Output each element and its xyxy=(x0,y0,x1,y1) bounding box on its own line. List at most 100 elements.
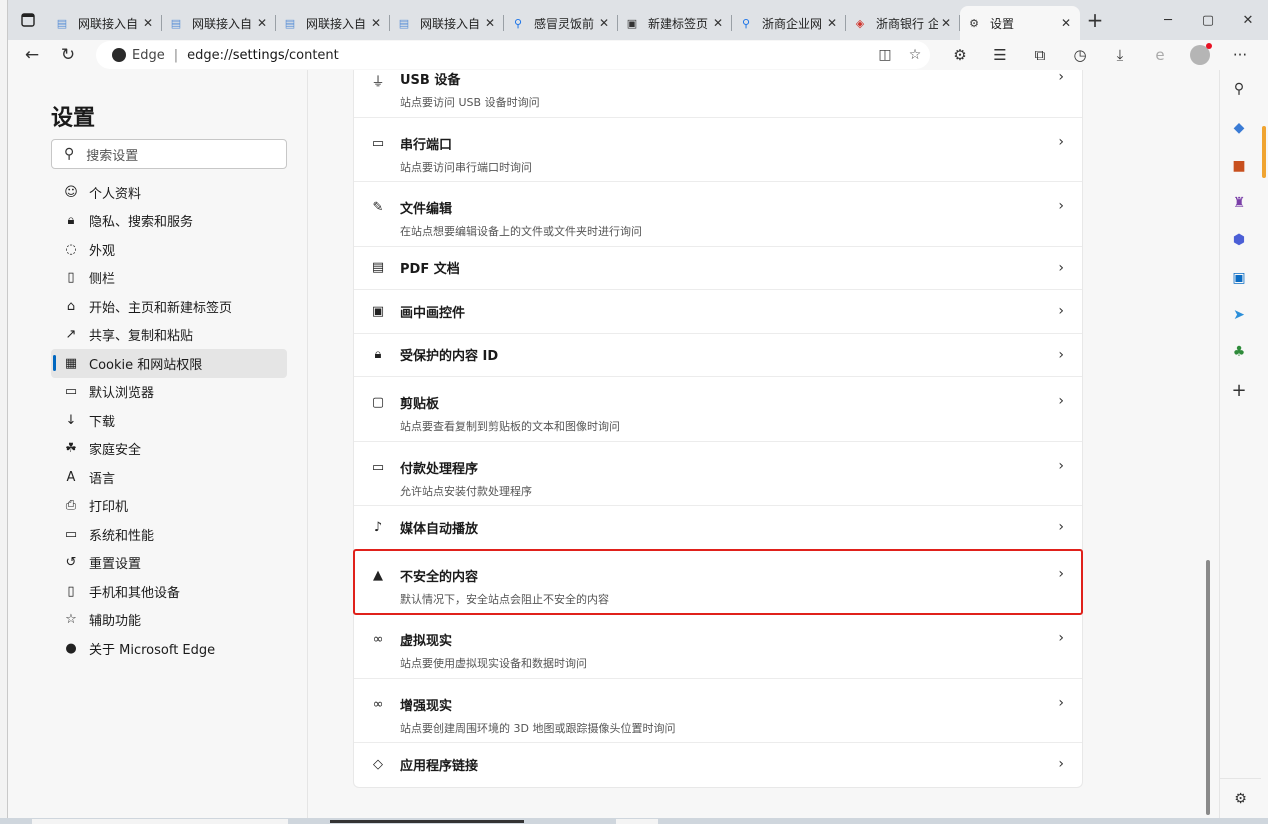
extensions-icon[interactable]: ⚙ xyxy=(940,46,980,64)
ie-mode-icon[interactable]: e xyxy=(1140,46,1180,64)
tab-title: 新建标签页 xyxy=(648,16,709,31)
tab-3[interactable]: ▤ 网联接入自 ✕ xyxy=(390,6,504,40)
outlook-icon[interactable]: ▣ xyxy=(1230,269,1248,287)
tab-0[interactable]: ▤ 网联接入自 ✕ xyxy=(48,6,162,40)
sidebar-item-5[interactable]: ↗ 共享、复制和粘贴 xyxy=(51,321,287,350)
sidebar-item-8[interactable]: ↓ 下载 xyxy=(51,406,287,435)
permission-row-4[interactable]: ▣ 画中画控件 › xyxy=(354,290,1082,334)
sidebar-item-1[interactable]: 🔒︎ 隐私、搜索和服务 xyxy=(51,207,287,236)
tab-2[interactable]: ▤ 网联接入自 ✕ xyxy=(276,6,390,40)
settings-title: 设置 xyxy=(51,106,96,131)
minimize-button[interactable]: ─ xyxy=(1148,0,1188,40)
new-tab-button[interactable]: + xyxy=(1080,5,1110,35)
sidebar-item-3[interactable]: ▯ 侧栏 xyxy=(51,264,287,293)
accessibility-icon: ☆ xyxy=(65,612,77,628)
sidebar-item-7[interactable]: ▭ 默认浏览器 xyxy=(51,378,287,407)
permission-row-8[interactable]: ♪ 媒体自动播放 › xyxy=(354,506,1082,550)
printer-icon: ⎙ xyxy=(65,498,77,514)
tab-6[interactable]: ⚲ 浙商企业网 ✕ xyxy=(732,6,846,40)
close-icon[interactable]: ✕ xyxy=(938,15,954,31)
permission-title: 受保护的内容 ID xyxy=(400,349,499,365)
sidebar-item-13[interactable]: ↺ 重置设置 xyxy=(51,549,287,578)
games-icon[interactable]: ♜ xyxy=(1230,194,1248,212)
permission-row-10[interactable]: ∞ 虚拟现实 站点要使用虚拟现实设备和数据时询问 › xyxy=(354,614,1082,679)
edge-sidebar: ⚲ ◆ ■ ♜ ⬢ ▣ ➤ ♣ + ⚙ xyxy=(1219,70,1261,818)
page-icon: ▤ xyxy=(170,16,182,30)
close-icon[interactable]: ✕ xyxy=(710,15,726,31)
taskbar-item xyxy=(616,819,658,824)
home-icon: ⌂ xyxy=(66,298,76,314)
sidebar-item-9[interactable]: ☘ 家庭安全 xyxy=(51,435,287,464)
sidebar-item-4[interactable]: ⌂ 开始、主页和新建标签页 xyxy=(51,292,287,321)
downloads-icon[interactable]: ⤓ xyxy=(1100,46,1140,64)
sidebar-item-11[interactable]: ⎙ 打印机 xyxy=(51,492,287,521)
history-icon[interactable]: ◷ xyxy=(1060,46,1100,64)
content-scrollbar[interactable] xyxy=(1204,70,1212,818)
sidebar-item-14[interactable]: ▯ 手机和其他设备 xyxy=(51,577,287,606)
split-screen-icon[interactable]: ◫ xyxy=(870,47,900,63)
permission-row-9[interactable]: ▲ 不安全的内容 默认情况下，安全站点会阻止不安全的内容 › xyxy=(353,548,1083,615)
collections-icon[interactable]: ⧉ xyxy=(1020,46,1060,64)
back-button[interactable]: ← xyxy=(14,40,50,70)
close-icon[interactable]: ✕ xyxy=(482,15,498,31)
sidebar-item-15[interactable]: ☆ 辅助功能 xyxy=(51,606,287,635)
permission-row-7[interactable]: ▭ 付款处理程序 允许站点安装付款处理程序 › xyxy=(354,442,1082,506)
permission-row-1[interactable]: ▭ 串行端口 站点要访问串行端口时询问 › xyxy=(354,118,1082,182)
more-options-icon[interactable]: ··· xyxy=(1220,46,1260,64)
telegram-icon[interactable]: ➤ xyxy=(1230,306,1248,324)
sidebar-item-0[interactable]: ☺ 个人资料 xyxy=(51,178,287,207)
address-bar[interactable]: Edge | edge://settings/content ◫ ☆ xyxy=(96,41,930,69)
sidebar-settings-button[interactable]: ⚙ xyxy=(1220,778,1261,818)
add-favorite-icon[interactable]: ☆ xyxy=(900,47,930,63)
permission-title: 增强现实 xyxy=(400,698,453,714)
sidebar-item-6[interactable]: ▦ Cookie 和网站权限 xyxy=(51,349,287,378)
close-icon[interactable]: ✕ xyxy=(824,15,840,31)
permission-row-5[interactable]: 🔒︎ 受保护的内容 ID › xyxy=(354,334,1082,377)
search-icon[interactable]: ⚲ xyxy=(1230,80,1248,98)
add-app-icon[interactable]: + xyxy=(1230,380,1248,401)
close-icon[interactable]: ✕ xyxy=(254,15,270,31)
tab-1[interactable]: ▤ 网联接入自 ✕ xyxy=(162,6,276,40)
sidebar-item-label: 侧栏 xyxy=(89,272,116,288)
reset-icon: ↺ xyxy=(65,555,77,571)
tab-4[interactable]: ⚲ 感冒灵饭前 ✕ xyxy=(504,6,618,40)
sidebar-item-label: 隐私、搜索和服务 xyxy=(89,215,194,231)
permission-row-6[interactable]: ▢ 剪贴板 站点要查看复制到剪贴板的文本和图像时询问 › xyxy=(354,377,1082,442)
permission-row-2[interactable]: ✎ 文件编辑 在站点想要编辑设备上的文件或文件夹时进行询问 › xyxy=(354,182,1082,247)
close-icon[interactable]: ✕ xyxy=(140,15,156,31)
close-icon[interactable]: ✕ xyxy=(368,15,384,31)
permission-row-3[interactable]: ▤ PDF 文档 › xyxy=(354,247,1082,290)
card-icon: ▭ xyxy=(371,459,385,475)
search-input[interactable]: ⚲ 搜索设置 xyxy=(51,139,287,169)
sidebar-item-12[interactable]: ▭ 系统和性能 xyxy=(51,520,287,549)
favorites-icon[interactable]: ☰ xyxy=(980,46,1020,64)
sidebar-item-label: 关于 Microsoft Edge xyxy=(89,642,216,658)
tab-title: 网联接入自 xyxy=(420,16,481,31)
tab-8[interactable]: ⚙ 设置 ✕ xyxy=(960,6,1080,40)
permission-row-0[interactable]: ⏚ USB 设备 站点要访问 USB 设备时询问 › xyxy=(354,70,1082,118)
permission-row-12[interactable]: ◇ 应用程序链接 › xyxy=(354,743,1082,787)
maximize-button[interactable]: ▢ xyxy=(1188,0,1228,40)
permission-description: 在站点想要编辑设备上的文件或文件夹时进行询问 xyxy=(400,225,642,238)
page-icon: ▤ xyxy=(398,16,410,30)
search-icon: ⚲ xyxy=(513,16,523,30)
tools-icon[interactable]: ■ xyxy=(1230,157,1248,175)
sidebar-item-16[interactable]: ● 关于 Microsoft Edge xyxy=(51,634,287,663)
scrollbar-thumb[interactable] xyxy=(1206,560,1210,815)
tab-actions-button[interactable] xyxy=(8,0,48,40)
sidebar-item-10[interactable]: A 语言 xyxy=(51,463,287,492)
close-icon[interactable]: ✕ xyxy=(596,15,612,31)
close-icon[interactable]: ✕ xyxy=(1058,15,1074,31)
permission-row-11[interactable]: ∞ 增强现实 站点要创建周围环境的 3D 地图或跟踪摄像头位置时询问 › xyxy=(354,679,1082,743)
tree-icon[interactable]: ♣ xyxy=(1230,343,1248,361)
close-window-button[interactable]: ✕ xyxy=(1228,0,1268,40)
permission-description: 站点要使用虚拟现实设备和数据时询问 xyxy=(400,657,587,670)
tab-5[interactable]: ▣ 新建标签页 ✕ xyxy=(618,6,732,40)
laptop-icon: ▭ xyxy=(64,526,78,542)
shopping-icon[interactable]: ◆ xyxy=(1230,119,1248,137)
office-icon[interactable]: ⬢ xyxy=(1230,231,1248,249)
refresh-button[interactable]: ↻ xyxy=(50,40,86,70)
profile-avatar[interactable] xyxy=(1190,43,1212,65)
sidebar-item-2[interactable]: ◌ 外观 xyxy=(51,235,287,264)
tab-7[interactable]: ◈ 浙商银行 企 ✕ xyxy=(846,6,960,40)
